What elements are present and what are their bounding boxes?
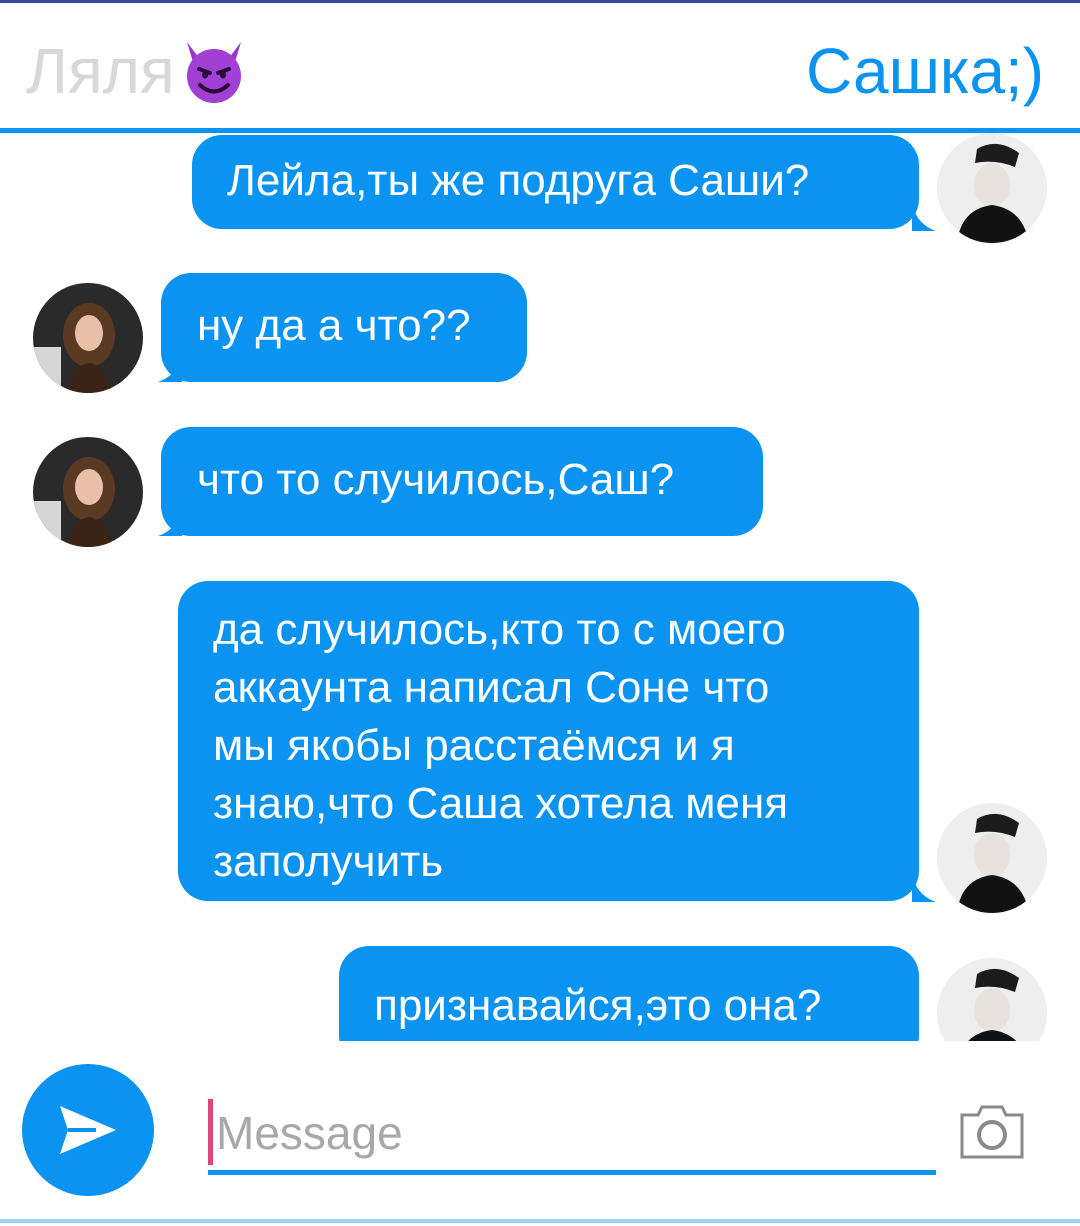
left-contact-name: Ляля: [26, 33, 249, 109]
bubble-tail: [912, 876, 936, 902]
chat-header: Ляля Сашка;): [0, 3, 1080, 133]
left-contact-label: Ляля: [26, 35, 175, 107]
message-line: знаю,что Саша хотела меня: [213, 779, 789, 828]
message-text: Лейла,ты же подруга Саши?: [227, 156, 810, 205]
composer-bar: Message: [0, 1041, 1080, 1226]
message-bubble-incoming[interactable]: ну да а что??: [161, 273, 527, 382]
bottom-edge-line: [0, 1219, 1080, 1223]
message-text: что то случилось,Саш?: [197, 455, 675, 504]
text-cursor: [208, 1099, 213, 1165]
message-bubble-outgoing[interactable]: да случилось,кто то с моего аккаунта нап…: [178, 581, 919, 901]
camera-icon[interactable]: [958, 1103, 1026, 1161]
message-line: аккаунта написал Соне что: [213, 663, 770, 712]
smiling-devil-icon: [186, 42, 241, 103]
avatar-sashka: [937, 958, 1047, 1041]
bubble-tail: [912, 205, 936, 231]
avatar-lyalya: [33, 437, 143, 547]
message-line: мы якобы расстаёмся и я: [213, 721, 735, 770]
message-bubble-incoming[interactable]: что то случилось,Саш?: [161, 427, 763, 536]
message-input[interactable]: Message: [208, 1097, 936, 1175]
message-text: признавайся,это она?: [374, 981, 822, 1030]
avatar-lyalya: [33, 283, 143, 393]
message-bubble-outgoing[interactable]: признавайся,это она?: [339, 946, 919, 1041]
avatar-sashka: [937, 133, 1047, 243]
message-list[interactable]: Лейла,ты же подруга Саши? ну да а что?? …: [0, 133, 1080, 1041]
avatar-sashka: [937, 803, 1047, 913]
message-line: да случилось,кто то с моего: [213, 605, 786, 654]
send-icon: [60, 1106, 116, 1154]
message-line: заполучить: [213, 837, 444, 886]
right-contact-name: Сашка;): [806, 35, 1044, 107]
send-button[interactable]: [22, 1064, 154, 1196]
message-placeholder: Message: [216, 1107, 403, 1159]
message-bubble-outgoing[interactable]: Лейла,ты же подруга Саши?: [192, 135, 919, 229]
message-text: ну да а что??: [197, 301, 471, 350]
